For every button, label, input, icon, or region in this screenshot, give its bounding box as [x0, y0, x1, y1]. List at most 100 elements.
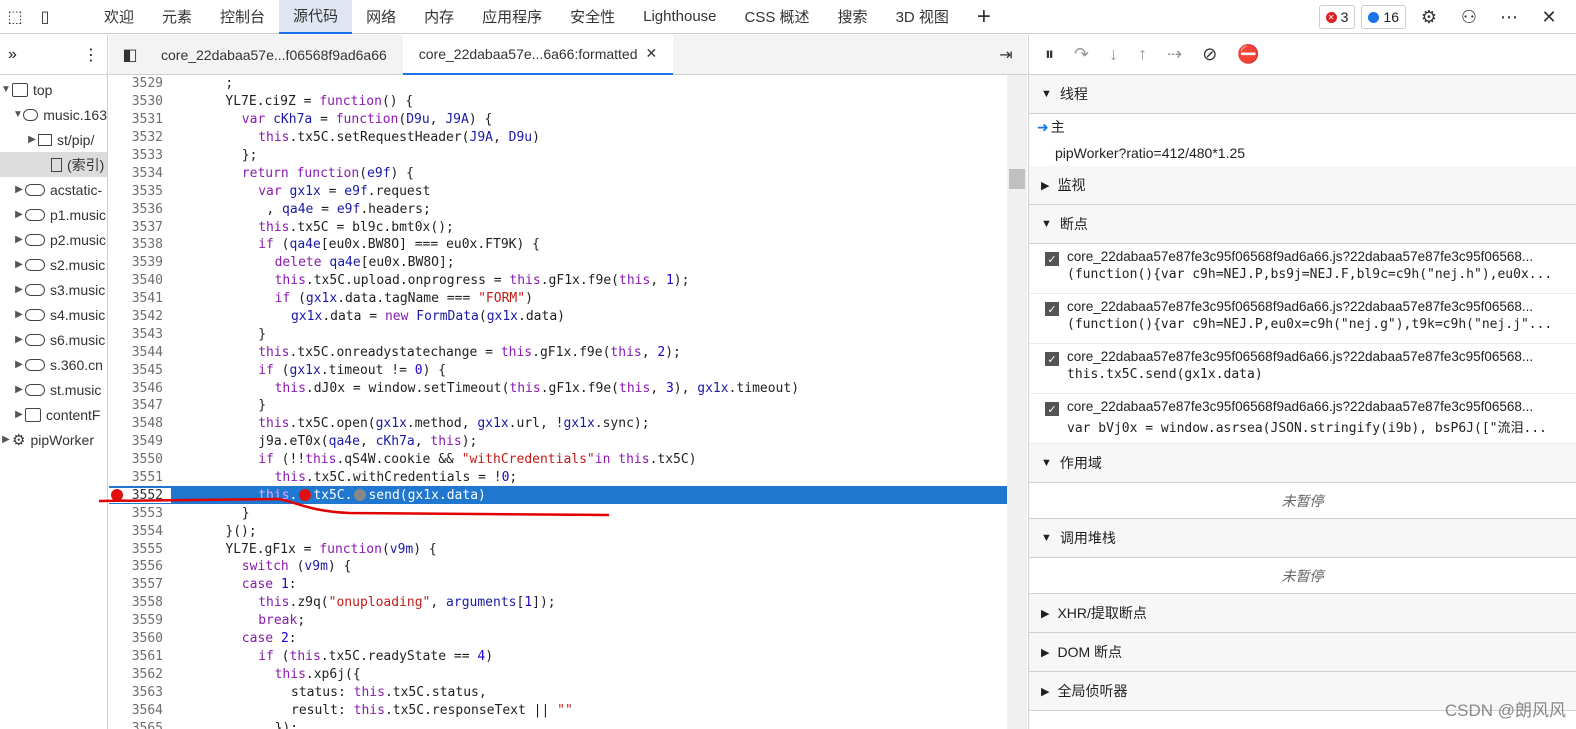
panel-tab[interactable]: CSS 概述 — [731, 0, 824, 34]
editor-tab[interactable]: core_22dabaa57e...6a66:formatted ✕ — [402, 34, 674, 75]
line-number[interactable]: 3541 — [109, 291, 171, 306]
tree-item[interactable]: ▶ acstatic- — [0, 177, 107, 202]
line-number[interactable]: 3559 — [109, 613, 171, 628]
expand-arrow-icon[interactable]: ▶ — [13, 259, 25, 270]
code-line[interactable]: 3530 YL7E.ci9Z = function() { — [109, 93, 1007, 111]
more-tools-plus-icon[interactable]: + — [963, 3, 1005, 31]
step-icon[interactable]: ⇢ — [1167, 44, 1182, 65]
step-out-icon[interactable]: ↑ — [1138, 44, 1147, 65]
panel-tab[interactable]: 控制台 — [206, 0, 279, 34]
code-line[interactable]: 3546 this.dJ0x = window.setTimeout(this.g… — [109, 379, 1007, 397]
expand-arrow-icon[interactable]: ▶ — [0, 434, 12, 445]
line-number[interactable]: 3538 — [109, 237, 171, 252]
line-number[interactable]: 3558 — [109, 595, 171, 610]
line-number[interactable]: 3536 — [109, 202, 171, 217]
scrollbar-thumb[interactable] — [1009, 169, 1025, 189]
error-badge[interactable]: ✕ 3 — [1318, 5, 1356, 29]
toggle-debugger-icon[interactable]: ⇥ — [991, 38, 1021, 72]
toggle-navigator-icon[interactable]: ◧ — [115, 38, 145, 72]
code-line[interactable]: 3544 this.tx5C.onreadystatechange = this.… — [109, 343, 1007, 361]
code-line[interactable]: 3564 result: this.tx5C.responseText || "" — [109, 701, 1007, 719]
breakpoints-section-header[interactable]: ▼ 断点 — [1029, 205, 1576, 244]
panel-tab[interactable]: 欢迎 — [90, 0, 148, 34]
expand-arrow-icon[interactable]: ▶ — [13, 284, 25, 295]
tree-item[interactable]: ▶ p2.music — [0, 227, 107, 252]
line-number[interactable]: 3545 — [109, 363, 171, 378]
line-number[interactable]: 3550 — [109, 452, 171, 467]
watch-section-header[interactable]: ▶ 监视 — [1029, 166, 1576, 205]
line-number[interactable]: 3546 — [109, 381, 171, 396]
code-line[interactable]: 3560 case 2: — [109, 630, 1007, 648]
line-number[interactable]: 3565 — [109, 721, 171, 729]
line-number[interactable]: 3544 — [109, 345, 171, 360]
expand-arrow-icon[interactable]: ▶ — [13, 409, 25, 420]
tree-item[interactable]: ▶ s2.music — [0, 252, 107, 277]
code-line[interactable]: 3555 YL7E.gF1x = function(v9m) { — [109, 540, 1007, 558]
expand-arrow-icon[interactable]: ▶ — [13, 359, 25, 370]
line-number[interactable]: 3551 — [109, 470, 171, 485]
code-line[interactable]: 3563 status: this.tx5C.status, — [109, 683, 1007, 701]
tree-item[interactable]: ▶ ⚙ pipWorker — [0, 427, 107, 452]
breakpoint-item[interactable]: ✓ core_22dabaa57e87fe3c95f06568f9ad6a66.j… — [1029, 394, 1576, 444]
code-line[interactable]: 3554}(); — [109, 522, 1007, 540]
code-line[interactable]: 3536 , qa4e = e9f.headers; — [109, 200, 1007, 218]
inspect-icon[interactable]: ⬚ — [0, 0, 30, 34]
settings-gear-icon[interactable]: ⚙ — [1412, 7, 1446, 28]
code-line[interactable]: 3541 if (gx1x.data.tagName === "FORM") — [109, 290, 1007, 308]
threads-section-header[interactable]: ▼ 线程 — [1029, 75, 1576, 114]
line-number[interactable]: 3534 — [109, 166, 171, 181]
code-line[interactable]: 3540 this.tx5C.upload.onprogress = this.g… — [109, 272, 1007, 290]
line-number[interactable]: 3561 — [109, 649, 171, 664]
pause-on-exceptions-icon[interactable]: ⛔ — [1237, 44, 1259, 65]
code-line[interactable]: 3549 j9a.eT0x(qa4e, cKh7a, this); — [109, 433, 1007, 451]
message-badge[interactable]: 16 — [1361, 5, 1406, 29]
tree-item[interactable]: ▶ st/pip/ — [0, 127, 107, 152]
code-line[interactable]: 3545 if (gx1x.timeout != 0) { — [109, 361, 1007, 379]
code-line[interactable]: 3556 switch (v9m) { — [109, 558, 1007, 576]
line-number[interactable]: 3547 — [109, 398, 171, 413]
expand-arrow-icon[interactable]: ▼ — [0, 84, 12, 95]
code-line[interactable]: 3538 if (qa4e[eu0x.BW8O] === eu0x.FT9K) { — [109, 236, 1007, 254]
line-number[interactable]: 3531 — [109, 112, 171, 127]
code-line[interactable]: 3562 this.xp6j({ — [109, 665, 1007, 683]
breakpoint-checkbox[interactable]: ✓ — [1045, 302, 1059, 316]
code-line[interactable]: 3551 this.tx5C.withCredentials = !0; — [109, 469, 1007, 487]
line-number[interactable]: 3554 — [109, 524, 171, 539]
customize-icon[interactable]: ⚇ — [1452, 7, 1486, 28]
device-toolbar-icon[interactable]: ▯ — [30, 0, 60, 34]
panel-tab[interactable]: 应用程序 — [468, 0, 556, 34]
expand-arrow-icon[interactable]: ▶ — [26, 134, 38, 145]
code-line[interactable]: 3561 if (this.tx5C.readyState == 4) — [109, 648, 1007, 666]
expand-arrow-icon[interactable]: ▶ — [13, 234, 25, 245]
line-number[interactable]: 3530 — [109, 94, 171, 109]
tree-item[interactable]: ▼ music.163 — [0, 102, 107, 127]
breakpoint-item[interactable]: ✓ core_22dabaa57e87fe3c95f06568f9ad6a66.j… — [1029, 244, 1576, 294]
more-options-icon[interactable]: ⋯ — [1492, 7, 1526, 28]
breakpoint-item[interactable]: ✓ core_22dabaa57e87fe3c95f06568f9ad6a66.j… — [1029, 294, 1576, 344]
thread-worker[interactable]: pipWorker?ratio=412/480*1.25 — [1029, 140, 1576, 166]
panel-tab[interactable]: 源代码 — [279, 0, 353, 34]
expand-arrow-icon[interactable]: ▶ — [13, 309, 25, 320]
code-line[interactable]: 3533}; — [109, 147, 1007, 165]
line-number[interactable]: 3542 — [109, 309, 171, 324]
line-number[interactable]: 3560 — [109, 631, 171, 646]
line-number[interactable]: 3539 — [109, 255, 171, 270]
tree-item[interactable]: ▼ top — [0, 77, 107, 102]
panel-tab[interactable]: 搜索 — [824, 0, 882, 34]
breakpoint-checkbox[interactable]: ✓ — [1045, 352, 1059, 366]
panel-tab[interactable]: 3D 视图 — [882, 0, 963, 34]
panel-tab[interactable]: Lighthouse — [629, 0, 730, 34]
code-line[interactable]: 3548 this.tx5C.open(gx1x.method, gx1x.url… — [109, 415, 1007, 433]
expand-arrow-icon[interactable]: ▶ — [13, 184, 25, 195]
thread-main[interactable]: ➜ 主 — [1029, 114, 1576, 140]
tree-item[interactable]: ▶ s.360.cn — [0, 352, 107, 377]
line-number[interactable]: 3532 — [109, 130, 171, 145]
code-line[interactable]: 3534 return function(e9f) { — [109, 164, 1007, 182]
code-line[interactable]: 3550 if (!!this.qS4W.cookie && "withCrede… — [109, 451, 1007, 469]
breakpoint-item[interactable]: ✓ core_22dabaa57e87fe3c95f06568f9ad6a66.j… — [1029, 344, 1576, 394]
code-line[interactable]: 3565}); — [109, 719, 1007, 729]
line-number[interactable]: 3562 — [109, 667, 171, 682]
panel-tab[interactable]: 元素 — [148, 0, 206, 34]
line-number[interactable]: 3557 — [109, 577, 171, 592]
code-line[interactable]: 3531 var cKh7a = function(D9u, J9A) { — [109, 111, 1007, 129]
